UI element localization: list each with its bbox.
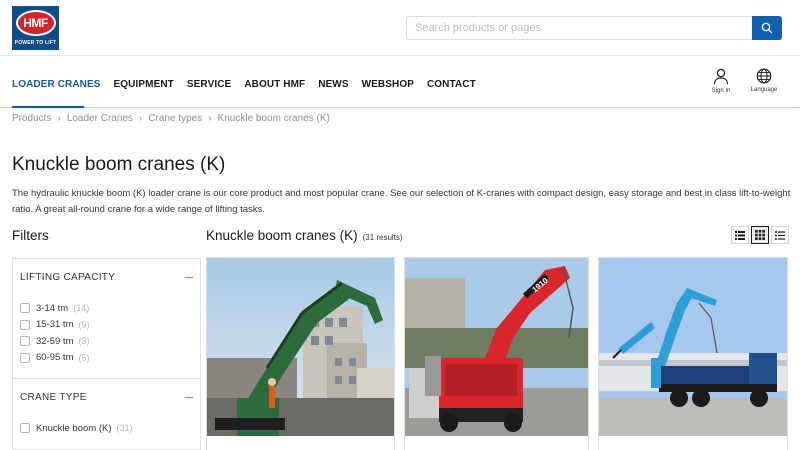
logo-oval: HMF — [15, 10, 56, 36]
main-nav: LOADER CRANES EQUIPMENT SERVICE ABOUT HM… — [0, 57, 800, 108]
blue-crane-photo — [599, 258, 787, 436]
list-view-icon — [735, 230, 745, 240]
filter-option-count: (5) — [78, 352, 90, 363]
filter-section-crane-type: CRANE TYPE Knuckle boom (K) (31) — [13, 379, 200, 450]
green-crane-image — [207, 258, 394, 436]
user-icon — [713, 68, 729, 85]
filters-title: Filters — [12, 228, 49, 243]
filter-option-3-14-tm[interactable]: 3-14 tm (14) — [20, 300, 193, 317]
chevron-right-icon: › — [138, 113, 143, 124]
breadcrumb-crane-types[interactable]: Crane types — [148, 113, 202, 124]
filter-panel: LIFTING CAPACITY 3-14 tm (14) 15-31 tm (… — [12, 258, 201, 450]
sign-in-label: Sign In — [711, 88, 731, 94]
logo-text: HMF — [23, 16, 48, 30]
nav-item-equipment[interactable]: EQUIPMENT — [114, 79, 174, 90]
search-icon — [761, 22, 773, 34]
blue-crane-image — [599, 258, 787, 436]
green-crane-photo — [207, 258, 394, 436]
filter-header-label: LIFTING CAPACITY — [20, 271, 116, 283]
search-bar — [406, 16, 782, 40]
breadcrumb: Products › Loader Cranes › Crane types ›… — [12, 113, 330, 124]
checkbox[interactable] — [20, 336, 30, 347]
sign-in-button[interactable]: Sign In — [701, 68, 741, 98]
view-toggles — [731, 226, 789, 244]
checkbox[interactable] — [20, 303, 30, 314]
results-header: Knuckle boom cranes (K) (31 results) — [206, 228, 403, 243]
page-intro: The hydraulic knuckle boom (K) loader cr… — [12, 188, 791, 215]
collapse-icon — [185, 276, 193, 278]
grid-view-button[interactable] — [751, 226, 769, 244]
nav-item-contact[interactable]: CONTACT — [427, 79, 476, 90]
checkbox[interactable] — [20, 352, 30, 363]
filter-option-label: 32-59 tm — [36, 335, 74, 347]
filter-option-knuckle-boom[interactable]: Knuckle boom (K) (31) — [20, 420, 193, 437]
filter-options: Knuckle boom (K) (31) — [13, 415, 200, 449]
logo-tagline: POWER TO LIFT — [14, 40, 57, 46]
filter-option-60-95-tm[interactable]: 60-95 tm (5) — [20, 350, 193, 367]
filter-option-count: (14) — [73, 303, 90, 314]
nav-item-loader-cranes[interactable]: LOADER CRANES — [12, 79, 101, 90]
grid-view-icon — [755, 230, 765, 240]
compact-list-view-button[interactable] — [771, 226, 789, 244]
search-input[interactable] — [406, 16, 752, 40]
red-crane-photo: 1910 — [405, 258, 588, 436]
collapse-icon — [185, 396, 193, 398]
product-card[interactable]: 1910 — [404, 257, 589, 450]
nav-item-about-hmf[interactable]: ABOUT HMF — [244, 79, 305, 90]
nav-items: LOADER CRANES EQUIPMENT SERVICE ABOUT HM… — [12, 79, 476, 90]
page-title: Knuckle boom cranes (K) — [12, 154, 226, 175]
filter-option-label: Knuckle boom (K) — [36, 422, 112, 434]
chevron-right-icon: › — [57, 113, 61, 124]
nav-item-webshop[interactable]: WEBSHOP — [362, 79, 414, 90]
filter-header-label: CRANE TYPE — [20, 391, 87, 403]
filter-section-lifting-capacity: LIFTING CAPACITY 3-14 tm (14) 15-31 tm (… — [13, 259, 200, 379]
search-button[interactable] — [752, 16, 782, 40]
product-card[interactable] — [598, 257, 788, 450]
filter-option-label: 60-95 tm — [36, 352, 74, 364]
filter-option-count: (31) — [116, 423, 133, 434]
breadcrumb-loader-cranes[interactable]: Loader Cranes — [67, 113, 133, 124]
nav-item-service[interactable]: SERVICE — [187, 79, 231, 90]
compact-list-icon — [775, 230, 785, 240]
filter-option-15-31-tm[interactable]: 15-31 tm (9) — [20, 317, 193, 334]
checkbox[interactable] — [20, 423, 30, 434]
red-crane-image: 1910 — [405, 258, 588, 436]
hmf-logo[interactable]: HMF POWER TO LIFT — [12, 6, 59, 50]
chevron-right-icon: › — [208, 113, 212, 124]
site-header: HMF POWER TO LIFT — [0, 0, 800, 56]
list-view-button[interactable] — [731, 226, 749, 244]
filter-option-32-59-tm[interactable]: 32-59 tm (3) — [20, 333, 193, 350]
filter-options: 3-14 tm (14) 15-31 tm (9) 32-59 tm (3) 6… — [13, 295, 200, 378]
filter-option-count: (9) — [78, 319, 90, 330]
filter-header-lifting-capacity[interactable]: LIFTING CAPACITY — [13, 259, 200, 295]
active-nav-indicator — [12, 106, 84, 108]
nav-item-news[interactable]: NEWS — [318, 79, 348, 90]
breadcrumb-current: Knuckle boom cranes (K) — [217, 113, 330, 124]
results-count: (31 results) — [362, 233, 403, 242]
language-label: Language — [750, 87, 778, 93]
globe-icon — [756, 68, 772, 84]
filter-option-label: 15-31 tm — [36, 319, 74, 331]
filter-option-label: 3-14 tm — [36, 302, 69, 314]
results-title: Knuckle boom cranes (K) — [206, 228, 358, 243]
filter-header-crane-type[interactable]: CRANE TYPE — [13, 379, 200, 415]
filter-option-count: (3) — [78, 336, 90, 347]
language-button[interactable]: Language — [744, 68, 784, 98]
checkbox[interactable] — [20, 319, 30, 330]
product-card[interactable] — [206, 257, 395, 450]
breadcrumb-products[interactable]: Products — [12, 113, 51, 124]
